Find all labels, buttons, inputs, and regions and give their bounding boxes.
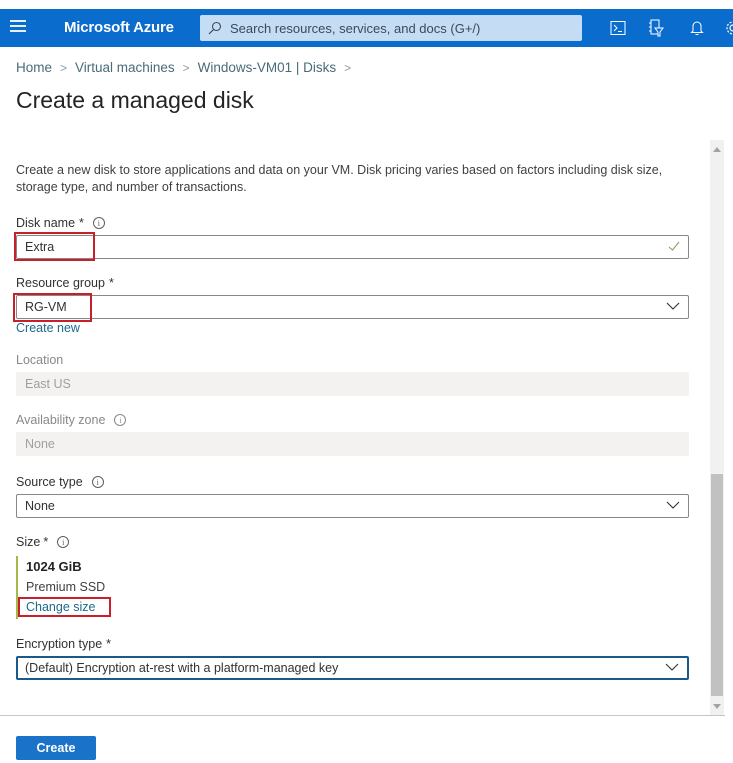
location-select: East US <box>16 372 689 396</box>
create-button[interactable]: Create <box>16 736 96 760</box>
info-icon[interactable]: i <box>114 414 127 426</box>
size-label-text: Size <box>16 535 41 549</box>
availability-zone-label: Availability zone i <box>16 413 127 427</box>
resource-group-label: Resource group * <box>16 276 114 290</box>
required-marker: * <box>79 216 84 230</box>
info-icon[interactable]: i <box>92 217 105 229</box>
chevron-right-icon: > <box>60 60 68 75</box>
size-disk-type: Premium SSD <box>26 580 106 594</box>
search-input[interactable]: Search resources, services, and docs (G+… <box>200 15 582 41</box>
settings-icon[interactable] <box>722 17 733 39</box>
required-marker: * <box>43 535 49 549</box>
size-label: Size * i <box>16 535 70 549</box>
chevron-right-icon: > <box>182 60 190 75</box>
availability-zone-label-text: Availability zone <box>16 413 106 427</box>
encryption-type-label: Encryption type * <box>16 637 111 651</box>
resource-group-label-text: Resource group <box>16 276 105 290</box>
footer-divider <box>0 715 725 716</box>
encryption-type-value: (Default) Encryption at-rest with a plat… <box>25 661 339 675</box>
change-size-link[interactable]: Change size <box>26 600 96 614</box>
checkmark-icon <box>668 241 680 251</box>
chevron-down-icon <box>665 663 679 671</box>
location-label-text: Location <box>16 353 64 367</box>
size-value: 1024 GiB <box>26 559 82 574</box>
breadcrumb-home[interactable]: Home <box>16 60 52 75</box>
breadcrumb: Home > Virtual machines > Windows-VM01 |… <box>16 60 359 75</box>
page-description: Create a new disk to store applications … <box>16 163 663 194</box>
page-title: Create a managed disk <box>16 87 254 113</box>
top-nav-bar: Microsoft Azure Search resources, servic… <box>0 9 733 47</box>
scroll-up-icon[interactable] <box>713 147 721 152</box>
breadcrumb-virtual-machines[interactable]: Virtual machines <box>75 60 175 75</box>
size-summary: 1024 GiB Premium SSD Change size <box>16 556 116 619</box>
source-type-label-text: Source type <box>16 475 83 489</box>
required-marker: * <box>108 276 114 290</box>
availability-zone-select: None <box>16 432 689 456</box>
scrollbar-thumb[interactable] <box>711 474 723 696</box>
cloud-shell-icon[interactable] <box>607 17 629 39</box>
disk-name-input[interactable]: Extra <box>16 235 689 259</box>
chevron-down-icon <box>666 501 680 509</box>
encryption-type-label-text: Encryption type <box>16 637 103 651</box>
vertical-scrollbar[interactable] <box>710 140 724 716</box>
disk-name-label-text: Disk name <box>16 216 76 230</box>
notifications-icon[interactable] <box>686 17 708 39</box>
directory-filter-icon[interactable] <box>645 17 667 39</box>
resource-group-value: RG-VM <box>25 300 67 314</box>
source-type-value: None <box>25 499 55 513</box>
info-icon[interactable]: i <box>91 476 104 488</box>
info-icon[interactable]: i <box>57 536 70 548</box>
availability-zone-value: None <box>25 437 55 451</box>
form-scroll-area: Create a new disk to store applications … <box>0 140 725 716</box>
source-type-select[interactable]: None <box>16 494 689 518</box>
brand-title[interactable]: Microsoft Azure <box>64 19 174 36</box>
scroll-down-icon[interactable] <box>713 704 721 709</box>
breadcrumb-vm-disks[interactable]: Windows-VM01 | Disks <box>198 60 337 75</box>
menu-icon[interactable] <box>10 20 26 34</box>
chevron-down-icon <box>666 302 680 310</box>
create-new-resource-group-link[interactable]: Create new <box>16 321 80 335</box>
search-icon <box>208 21 222 35</box>
disk-name-label: Disk name * i <box>16 216 105 230</box>
source-type-label: Source type i <box>16 475 104 489</box>
required-marker: * <box>106 637 112 651</box>
location-label: Location <box>16 353 63 367</box>
resource-group-select[interactable]: RG-VM <box>16 295 689 319</box>
search-placeholder: Search resources, services, and docs (G+… <box>230 20 481 36</box>
location-value: East US <box>25 377 71 391</box>
chevron-right-icon: > <box>344 60 352 75</box>
disk-name-value: Extra <box>25 240 55 254</box>
encryption-type-select[interactable]: (Default) Encryption at-rest with a plat… <box>16 656 689 680</box>
